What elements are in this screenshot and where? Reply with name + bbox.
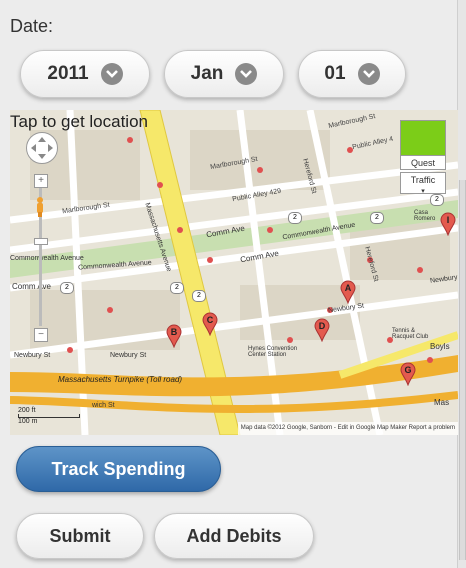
pegman-icon[interactable]: [34, 196, 46, 218]
tap-location-label: Tap to get location: [10, 112, 148, 131]
page-scrollbar-thumb[interactable]: [459, 180, 466, 560]
date-label: Date:: [10, 16, 54, 36]
add-debits-button[interactable]: Add Debits: [154, 513, 314, 559]
submit-button[interactable]: Submit: [16, 513, 144, 559]
zoom-out-button[interactable]: −: [34, 328, 48, 342]
marker-label: C: [206, 315, 214, 325]
chevron-down-icon: [357, 63, 380, 85]
marker-label: I: [446, 215, 450, 225]
chevron-down-icon: [100, 63, 123, 85]
street-label: wich St: [92, 402, 115, 409]
chevron-down-icon: ▾: [421, 188, 425, 195]
route-badge: 2: [60, 282, 74, 294]
month-select[interactable]: Jan: [164, 50, 284, 98]
route-badge: 2: [430, 194, 444, 206]
marker-label: A: [344, 283, 352, 293]
map-type-label: Quest: [400, 156, 446, 170]
scale-ft-label: 200 ft: [18, 407, 36, 414]
pan-control[interactable]: [26, 132, 58, 164]
scale-m-label: 100 m: [18, 418, 38, 425]
route-badge: 2: [170, 282, 184, 294]
route-badge: 2: [370, 212, 384, 224]
map-scale: 200 ft 100 m: [18, 407, 80, 425]
marker-label: D: [318, 321, 326, 331]
month-value: Jan: [190, 63, 224, 84]
year-select[interactable]: 2011: [20, 50, 150, 98]
traffic-toggle[interactable]: Traffic ▾: [400, 172, 446, 195]
chevron-down-icon: [235, 63, 258, 85]
street-label: Comm Ave: [12, 282, 51, 291]
street-label: Newbury St: [110, 352, 147, 359]
map-attribution[interactable]: Map data ©2012 Google, Sanborn - Edit in…: [237, 422, 458, 435]
track-spending-button[interactable]: Track Spending: [16, 446, 221, 492]
traffic-label: Traffic: [410, 175, 436, 185]
map-type-control[interactable]: Quest Traffic ▾: [400, 120, 446, 195]
day-select[interactable]: 01: [298, 50, 406, 98]
poi-label: Tennis & Racquet Club: [392, 328, 429, 340]
marker-label: B: [170, 327, 178, 337]
day-value: 01: [324, 63, 346, 84]
marker-label: G: [404, 365, 412, 375]
poi-label: Casa Romero: [414, 210, 436, 222]
street-label: Mas: [434, 398, 450, 407]
zoom-in-button[interactable]: +: [34, 174, 48, 188]
street-label: Newbury St: [14, 352, 51, 359]
poi-label: Hynes Convention Center Station: [248, 346, 298, 358]
location-map[interactable]: Marlborough St Marlborough St Marlboroug…: [10, 110, 458, 435]
page-scrollbar[interactable]: [457, 0, 466, 568]
map-type-thumbnail[interactable]: [400, 120, 446, 156]
map-canvas: [10, 110, 458, 435]
street-label: Massachusetts Turnpike (Toll road): [58, 375, 183, 384]
route-badge: 2: [288, 212, 302, 224]
route-badge: 2: [192, 290, 206, 302]
zoom-slider-thumb[interactable]: [34, 238, 48, 245]
year-value: 2011: [47, 63, 89, 84]
pan-arrows-icon: [31, 137, 53, 159]
street-label: Commonwealth Avenue: [10, 255, 84, 262]
street-label: Boyls: [430, 342, 450, 351]
